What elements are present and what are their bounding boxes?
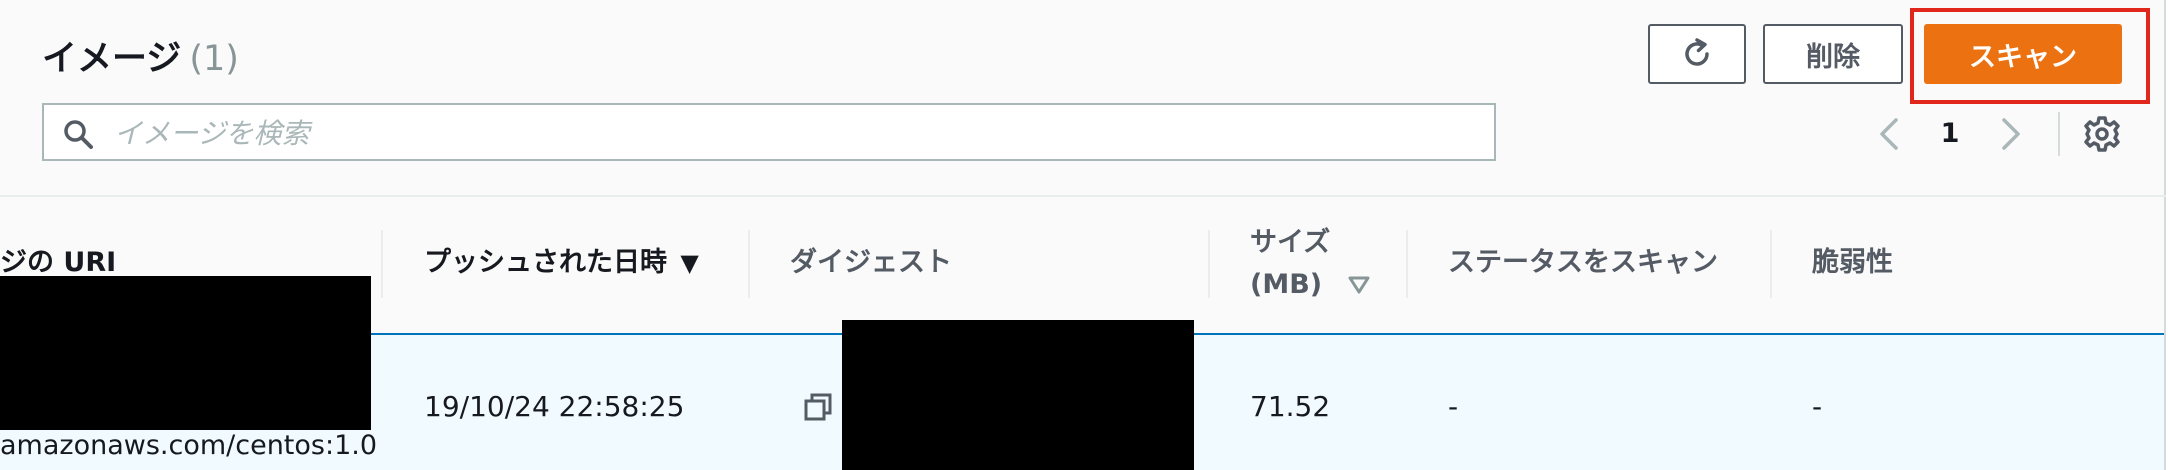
pagination-divider <box>2058 112 2060 156</box>
copy-icon[interactable] <box>802 391 834 423</box>
scan-button[interactable]: スキャン <box>1924 24 2122 84</box>
image-size: 71.52 <box>1250 390 1331 423</box>
column-divider <box>1770 230 1772 298</box>
column-header-scan-status[interactable]: ステータスをスキャン <box>1448 244 1718 282</box>
page-title: イメージ (1) <box>42 30 239 81</box>
chevron-right-icon[interactable] <box>1992 114 2028 154</box>
column-divider <box>1406 230 1408 298</box>
gear-icon[interactable] <box>2082 114 2122 154</box>
delete-button[interactable]: 削除 <box>1763 24 1903 84</box>
page-title-text: イメージ <box>42 39 182 79</box>
column-header-size-line2[interactable]: (MB) <box>1250 266 1322 304</box>
column-header-size-line1[interactable]: サイズ <box>1250 224 1330 262</box>
images-panel: イメージ(1) 削除 スキャン 1 ジの URI プッシュされた日時 ▼ <box>0 0 2166 470</box>
search-input[interactable] <box>112 111 1476 155</box>
refresh-icon <box>1685 38 1709 66</box>
redacted-uri <box>0 276 371 430</box>
refresh-button[interactable] <box>1648 24 1746 84</box>
image-uri[interactable]: amazonaws.com/centos:1.0 <box>0 430 377 461</box>
column-divider <box>381 230 383 298</box>
chevron-left-icon[interactable] <box>1872 114 1908 154</box>
search-icon <box>64 120 93 149</box>
column-header-pushed-at-label: プッシュされた日時 <box>424 247 667 278</box>
column-header-pushed-at[interactable]: プッシュされた日時 ▼ <box>424 244 699 282</box>
pushed-at: 19/10/24 22:58:25 <box>424 390 685 423</box>
sort-icon[interactable] <box>1348 276 1370 294</box>
sort-descending-icon: ▼ <box>680 249 699 277</box>
header-divider <box>0 195 2166 197</box>
scan-status: - <box>1448 390 1459 423</box>
search-box[interactable] <box>42 103 1496 161</box>
current-page[interactable]: 1 <box>1938 118 1962 149</box>
column-divider <box>1208 230 1210 298</box>
vulnerabilities: - <box>1812 390 1823 423</box>
image-count: (1) <box>189 39 239 79</box>
column-header-vulnerabilities[interactable]: 脆弱性 <box>1812 244 1893 282</box>
redacted-digest <box>842 320 1194 470</box>
column-header-digest[interactable]: ダイジェスト <box>790 244 952 282</box>
column-divider <box>748 230 750 298</box>
